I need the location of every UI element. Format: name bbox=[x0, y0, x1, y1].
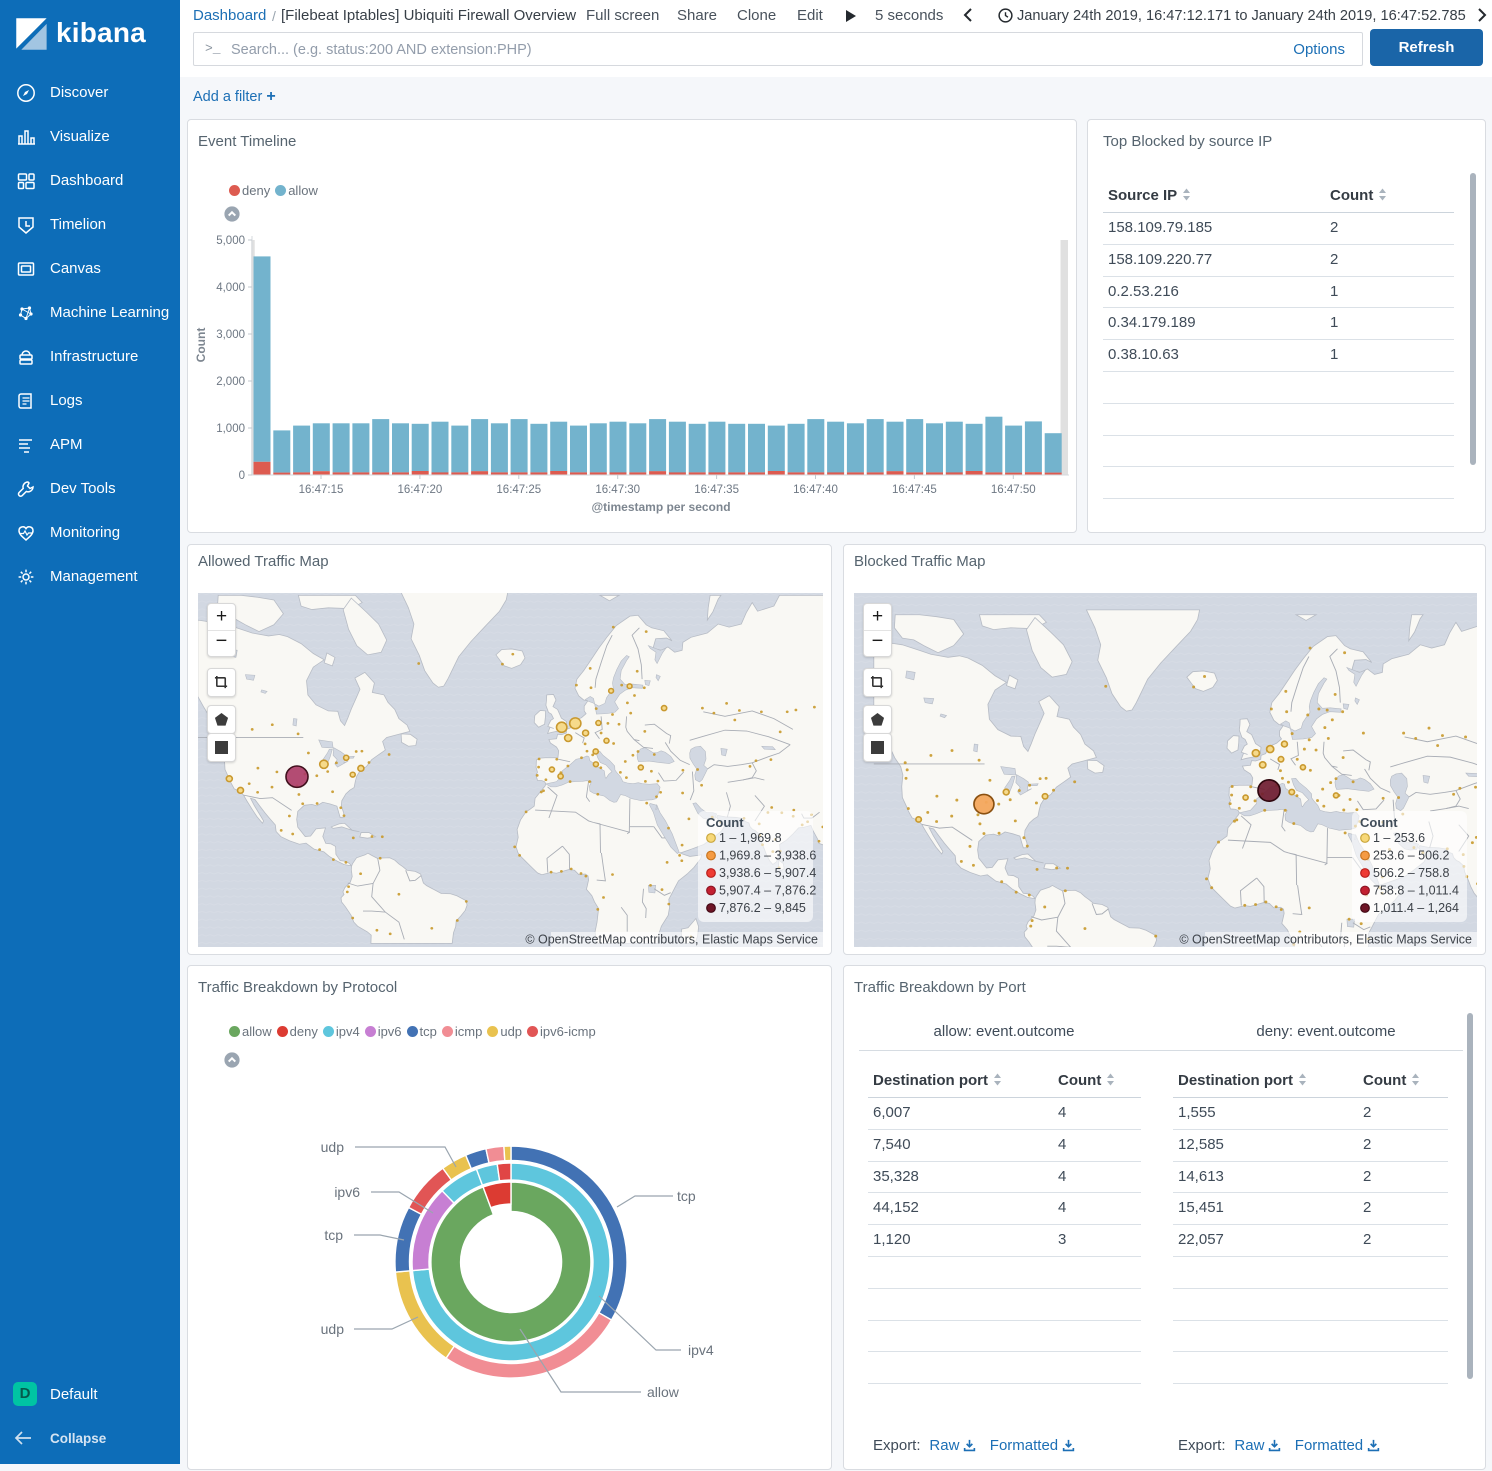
svg-text:Count: Count bbox=[194, 328, 208, 363]
svg-text:1,969.8 – 3,938.6: 1,969.8 – 3,938.6 bbox=[719, 849, 816, 863]
svg-text:7,876.2 – 9,845: 7,876.2 – 9,845 bbox=[719, 901, 806, 915]
svg-text:1 – 1,969.8: 1 – 1,969.8 bbox=[719, 831, 782, 845]
svg-text:1,011.4 – 1,264: 1,011.4 – 1,264 bbox=[1373, 901, 1459, 915]
svg-text:allow: allow bbox=[647, 1384, 680, 1400]
svg-text:5,907.4 – 7,876.2: 5,907.4 – 7,876.2 bbox=[719, 884, 816, 898]
svg-text:5,000: 5,000 bbox=[216, 235, 245, 247]
svg-text:Count: Count bbox=[706, 815, 744, 830]
svg-text:ipv6: ipv6 bbox=[334, 1184, 360, 1200]
svg-text:0: 0 bbox=[239, 470, 245, 482]
svg-text:758.8 – 1,011.4: 758.8 – 1,011.4 bbox=[1373, 884, 1459, 898]
svg-text:16:47:25: 16:47:25 bbox=[496, 484, 541, 496]
svg-text:506.2 – 758.8: 506.2 – 758.8 bbox=[1373, 866, 1450, 880]
svg-text:16:47:15: 16:47:15 bbox=[299, 484, 344, 496]
svg-text:© OpenStreetMap contributors,: © OpenStreetMap contributors, Elastic Ma… bbox=[525, 933, 818, 947]
svg-text:2,000: 2,000 bbox=[216, 376, 245, 388]
svg-text:1 – 253.6: 1 – 253.6 bbox=[1373, 831, 1425, 845]
svg-text:253.6 – 506.2: 253.6 – 506.2 bbox=[1373, 849, 1450, 863]
svg-text:udp: udp bbox=[321, 1139, 345, 1155]
svg-text:ipv4: ipv4 bbox=[688, 1342, 714, 1358]
svg-text:1,000: 1,000 bbox=[216, 423, 245, 435]
svg-text:tcp: tcp bbox=[324, 1227, 343, 1243]
svg-text:Count: Count bbox=[1360, 815, 1398, 830]
svg-text:16:47:45: 16:47:45 bbox=[892, 484, 937, 496]
svg-text:@timestamp per second: @timestamp per second bbox=[591, 500, 730, 514]
svg-text:udp: udp bbox=[321, 1321, 345, 1337]
svg-text:3,938.6 – 5,907.4: 3,938.6 – 5,907.4 bbox=[719, 866, 816, 880]
svg-text:4,000: 4,000 bbox=[216, 282, 245, 294]
svg-text:© OpenStreetMap contributors,: © OpenStreetMap contributors, Elastic Ma… bbox=[1179, 933, 1472, 947]
svg-text:16:47:40: 16:47:40 bbox=[793, 484, 838, 496]
svg-text:16:47:30: 16:47:30 bbox=[595, 484, 640, 496]
svg-text:16:47:20: 16:47:20 bbox=[398, 484, 443, 496]
svg-text:16:47:35: 16:47:35 bbox=[694, 484, 739, 496]
svg-text:3,000: 3,000 bbox=[216, 329, 245, 341]
svg-text:tcp: tcp bbox=[677, 1188, 696, 1204]
svg-text:16:47:50: 16:47:50 bbox=[991, 484, 1036, 496]
